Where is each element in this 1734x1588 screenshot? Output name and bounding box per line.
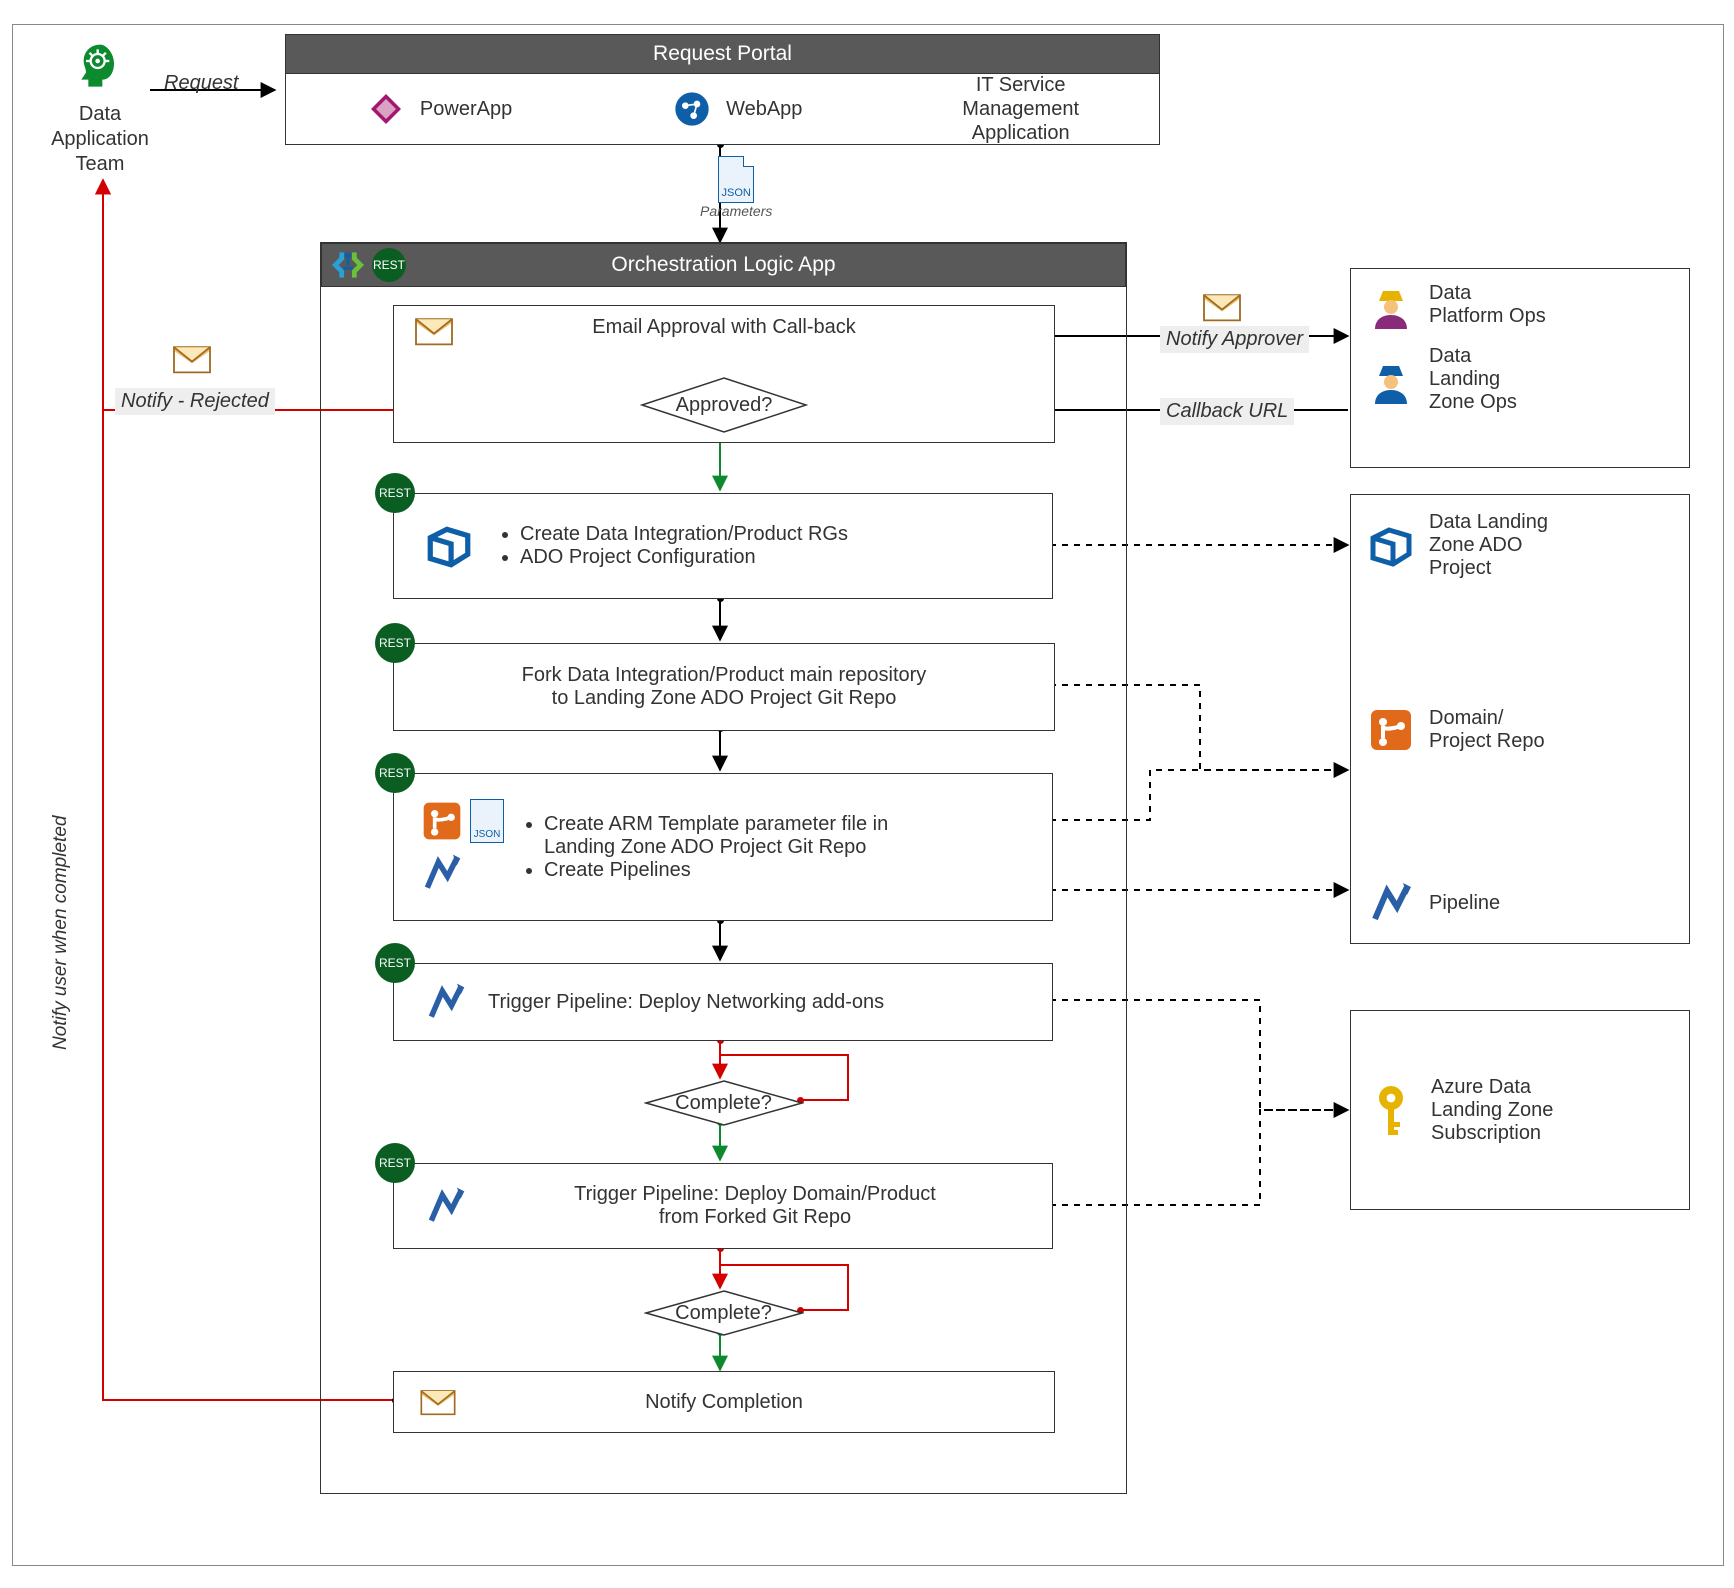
- ado-assets-box: Data Landing Zone ADO Project Domain/ Pr…: [1350, 494, 1690, 944]
- orchestration-title: Orchestration Logic App: [611, 253, 835, 277]
- ops-person-icon: [1367, 281, 1415, 329]
- asset-label: Pipeline: [1429, 892, 1500, 915]
- edge-notify-rejected: Notify - Rejected: [115, 388, 275, 415]
- orchestration-header: REST Orchestration Logic App: [321, 243, 1126, 287]
- step-notify-completion: Notify Completion: [393, 1371, 1055, 1433]
- rest-badge: REST: [375, 623, 415, 663]
- email-icon-rejected: [170, 340, 214, 382]
- repo-icon: [420, 799, 464, 843]
- actor-label: Data Application Team: [40, 102, 160, 177]
- repo-icon: [1367, 706, 1415, 754]
- step-deploy-domain: Trigger Pipeline: Deploy Domain/Product …: [393, 1163, 1053, 1249]
- webapp-icon: [672, 89, 712, 129]
- step1-b: ADO Project Configuration: [520, 546, 848, 569]
- request-portal: Request Portal PowerApp WebApp IT Servic…: [285, 34, 1160, 145]
- ops-label: Data Platform Ops: [1429, 282, 1546, 328]
- edge-request-label: Request: [158, 70, 245, 97]
- actor-platform-ops: Data Platform Ops: [1367, 281, 1673, 329]
- step-email-approval: Email Approval with Call-back Approved?: [393, 305, 1055, 443]
- email-icon-approver: [1200, 288, 1244, 330]
- step5-text: Trigger Pipeline: Deploy Domain/Product …: [488, 1183, 1022, 1229]
- step3-a: Create ARM Template parameter file in La…: [544, 813, 888, 859]
- step1-a: Create Data Integration/Product RGs: [520, 523, 848, 546]
- approved-text: Approved?: [640, 376, 808, 434]
- brain-head-icon: [72, 40, 128, 96]
- actor-landing-ops: Data Landing Zone Ops: [1367, 345, 1673, 414]
- rest-badge: REST: [372, 248, 406, 282]
- email-approval-text: Email Approval with Call-back: [592, 316, 855, 338]
- ops-box: Data Platform Ops Data Landing Zone Ops: [1350, 268, 1690, 468]
- rest-badge: REST: [375, 943, 415, 983]
- json-file-icon: JSON: [718, 156, 754, 203]
- actor-data-app-team: Data Application Team: [40, 40, 160, 177]
- key-icon: [1367, 1082, 1415, 1138]
- complete2-text: Complete?: [644, 1289, 804, 1337]
- rest-badge: REST: [375, 753, 415, 793]
- params-label: Parameters: [700, 203, 772, 219]
- pipeline-icon: [424, 980, 468, 1024]
- asset-ado-project: Data Landing Zone ADO Project: [1367, 511, 1673, 580]
- email-icon: [412, 312, 456, 348]
- asset-domain-repo: Domain/ Project Repo: [1367, 706, 1673, 754]
- step-deploy-networking: Trigger Pipeline: Deploy Networking add-…: [393, 963, 1053, 1041]
- request-portal-header: Request Portal: [285, 34, 1160, 74]
- json-badge: JSON: [722, 187, 751, 199]
- step-create-rgs: Create Data Integration/Product RGs ADO …: [393, 493, 1053, 599]
- logic-app-icon: [328, 246, 368, 284]
- step4-text: Trigger Pipeline: Deploy Networking add-…: [488, 991, 884, 1014]
- json-params: JSON Parameters: [700, 156, 772, 219]
- step-fork-repo: Fork Data Integration/Product main repos…: [393, 643, 1055, 731]
- step3-b: Create Pipelines: [544, 859, 888, 882]
- edge-callback-url: Callback URL: [1160, 398, 1294, 425]
- portal-item-powerapp: PowerApp: [366, 89, 512, 129]
- portal-item-itsm: IT Service Management Application: [962, 73, 1079, 145]
- notify-text: Notify Completion: [645, 1391, 803, 1414]
- ado-icon: [424, 521, 474, 571]
- asset-pipeline: Pipeline: [1367, 879, 1673, 927]
- step-arm-pipelines: JSON Create ARM Template parameter file …: [393, 773, 1053, 921]
- pipeline-icon: [1367, 879, 1415, 927]
- rest-badge: REST: [375, 1143, 415, 1183]
- email-icon: [418, 1384, 458, 1418]
- pipeline-icon: [420, 851, 464, 895]
- portal-label: PowerApp: [420, 98, 512, 121]
- portal-label: WebApp: [726, 98, 802, 121]
- pipeline-icon: [424, 1184, 468, 1228]
- json-file-icon: JSON: [470, 799, 504, 843]
- powerapp-icon: [366, 89, 406, 129]
- subscription-box: Azure Data Landing Zone Subscription: [1350, 1010, 1690, 1210]
- edge-notify-completed: Notify user when completed: [50, 816, 72, 1050]
- complete1-text: Complete?: [644, 1079, 804, 1127]
- ops-person-icon: [1367, 356, 1415, 404]
- subscription-label: Azure Data Landing Zone Subscription: [1431, 1076, 1553, 1145]
- asset-label: Domain/ Project Repo: [1429, 707, 1545, 753]
- ops-label: Data Landing Zone Ops: [1429, 345, 1517, 414]
- asset-label: Data Landing Zone ADO Project: [1429, 511, 1548, 580]
- edge-notify-approver: Notify Approver: [1160, 326, 1309, 353]
- portal-item-webapp: WebApp: [672, 89, 802, 129]
- ado-icon: [1367, 522, 1415, 570]
- orchestration-container: REST Orchestration Logic App Email Appro…: [320, 242, 1127, 1494]
- rest-badge: REST: [375, 473, 415, 513]
